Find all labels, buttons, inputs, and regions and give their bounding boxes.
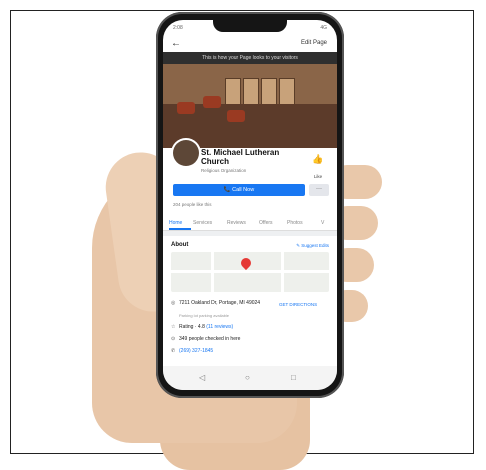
like-button[interactable]: 👍 Like bbox=[309, 154, 327, 183]
tab-photos[interactable]: Photos bbox=[287, 220, 303, 226]
page-title: St. Michael Lutheran Church bbox=[201, 148, 280, 166]
top-bar: ← Edit Page bbox=[163, 36, 337, 52]
phone-device: 2:08 4G ← Edit Page This is how your Pag… bbox=[156, 12, 344, 398]
phone-number[interactable]: (269) 327-1845 bbox=[179, 348, 213, 354]
phone-notch bbox=[213, 20, 287, 32]
back-arrow-icon[interactable]: ← bbox=[171, 38, 181, 49]
page-tabs: Home Services Reviews Offers Photos V bbox=[163, 216, 337, 231]
page-category: Religious Organization bbox=[201, 168, 247, 173]
rating-row: ☆ Rating · 4.8 (11 reviews) bbox=[171, 324, 233, 330]
map-road bbox=[281, 252, 284, 292]
map-road bbox=[171, 270, 329, 273]
cover-door bbox=[261, 78, 277, 106]
like-label: Like bbox=[313, 174, 323, 179]
tab-videos[interactable]: V bbox=[321, 220, 324, 226]
about-heading: About bbox=[171, 242, 189, 248]
cover-chair bbox=[177, 102, 195, 114]
cover-photo bbox=[163, 64, 337, 148]
active-tab-indicator bbox=[169, 228, 191, 230]
tab-offers[interactable]: Offers bbox=[259, 220, 273, 226]
nav-recent-icon[interactable]: □ bbox=[291, 373, 296, 382]
cover-chair bbox=[203, 96, 221, 108]
status-signal: 4G bbox=[320, 25, 327, 31]
status-time: 2:08 bbox=[173, 25, 183, 31]
tab-reviews[interactable]: Reviews bbox=[227, 220, 246, 226]
cover-chair bbox=[227, 110, 245, 122]
phone-icon: ✆ bbox=[171, 348, 176, 354]
visitor-view-banner: This is how your Page looks to your visi… bbox=[163, 52, 337, 64]
address-row: ◎ 7211 Oakland Dr, Portage, MI 49024 bbox=[171, 300, 261, 306]
avatar bbox=[173, 140, 199, 166]
nav-home-icon[interactable]: ○ bbox=[245, 373, 250, 382]
tab-services[interactable]: Services bbox=[193, 220, 212, 226]
suggest-edits-link[interactable]: ✎ Suggest Edits bbox=[296, 243, 329, 249]
phone-row[interactable]: ✆ (269) 327-1845 bbox=[171, 348, 213, 354]
cover-door bbox=[243, 78, 259, 106]
cover-door bbox=[279, 78, 295, 106]
profile-avatar-frame[interactable] bbox=[171, 138, 201, 168]
checkins-row: ⊙ 349 people checked in here bbox=[171, 336, 240, 342]
checkin-icon: ⊙ bbox=[171, 336, 176, 342]
android-nav-bar: ◁ ○ □ bbox=[163, 366, 337, 390]
address-text: 7211 Oakland Dr, Portage, MI 49024 bbox=[179, 300, 261, 306]
edit-page-button[interactable]: Edit Page bbox=[301, 40, 327, 46]
likes-count: 204 people like this bbox=[173, 202, 212, 207]
location-map[interactable] bbox=[171, 252, 329, 292]
rating-text: Rating · 4.8 bbox=[179, 324, 205, 330]
parking-note: Parking lot parking available bbox=[179, 313, 230, 318]
location-icon: ◎ bbox=[171, 300, 176, 306]
map-pin-icon bbox=[238, 255, 254, 271]
phone-screen: 2:08 4G ← Edit Page This is how your Pag… bbox=[163, 20, 337, 390]
cover-door bbox=[225, 78, 241, 106]
tab-home[interactable]: Home bbox=[169, 220, 182, 226]
reviews-link[interactable]: (11 reviews) bbox=[206, 324, 233, 330]
get-directions-link[interactable]: GET DIRECTIONS bbox=[279, 302, 317, 307]
call-now-button[interactable]: 📞 Call Now bbox=[173, 184, 305, 196]
section-divider bbox=[163, 231, 337, 236]
nav-back-icon[interactable]: ◁ bbox=[199, 373, 205, 382]
checkins-text: 349 people checked in here bbox=[179, 336, 241, 342]
map-road bbox=[211, 252, 214, 292]
star-icon: ☆ bbox=[171, 324, 176, 330]
more-options-button[interactable]: ··· bbox=[309, 184, 329, 196]
thumbs-up-icon: 👍 bbox=[312, 154, 324, 164]
